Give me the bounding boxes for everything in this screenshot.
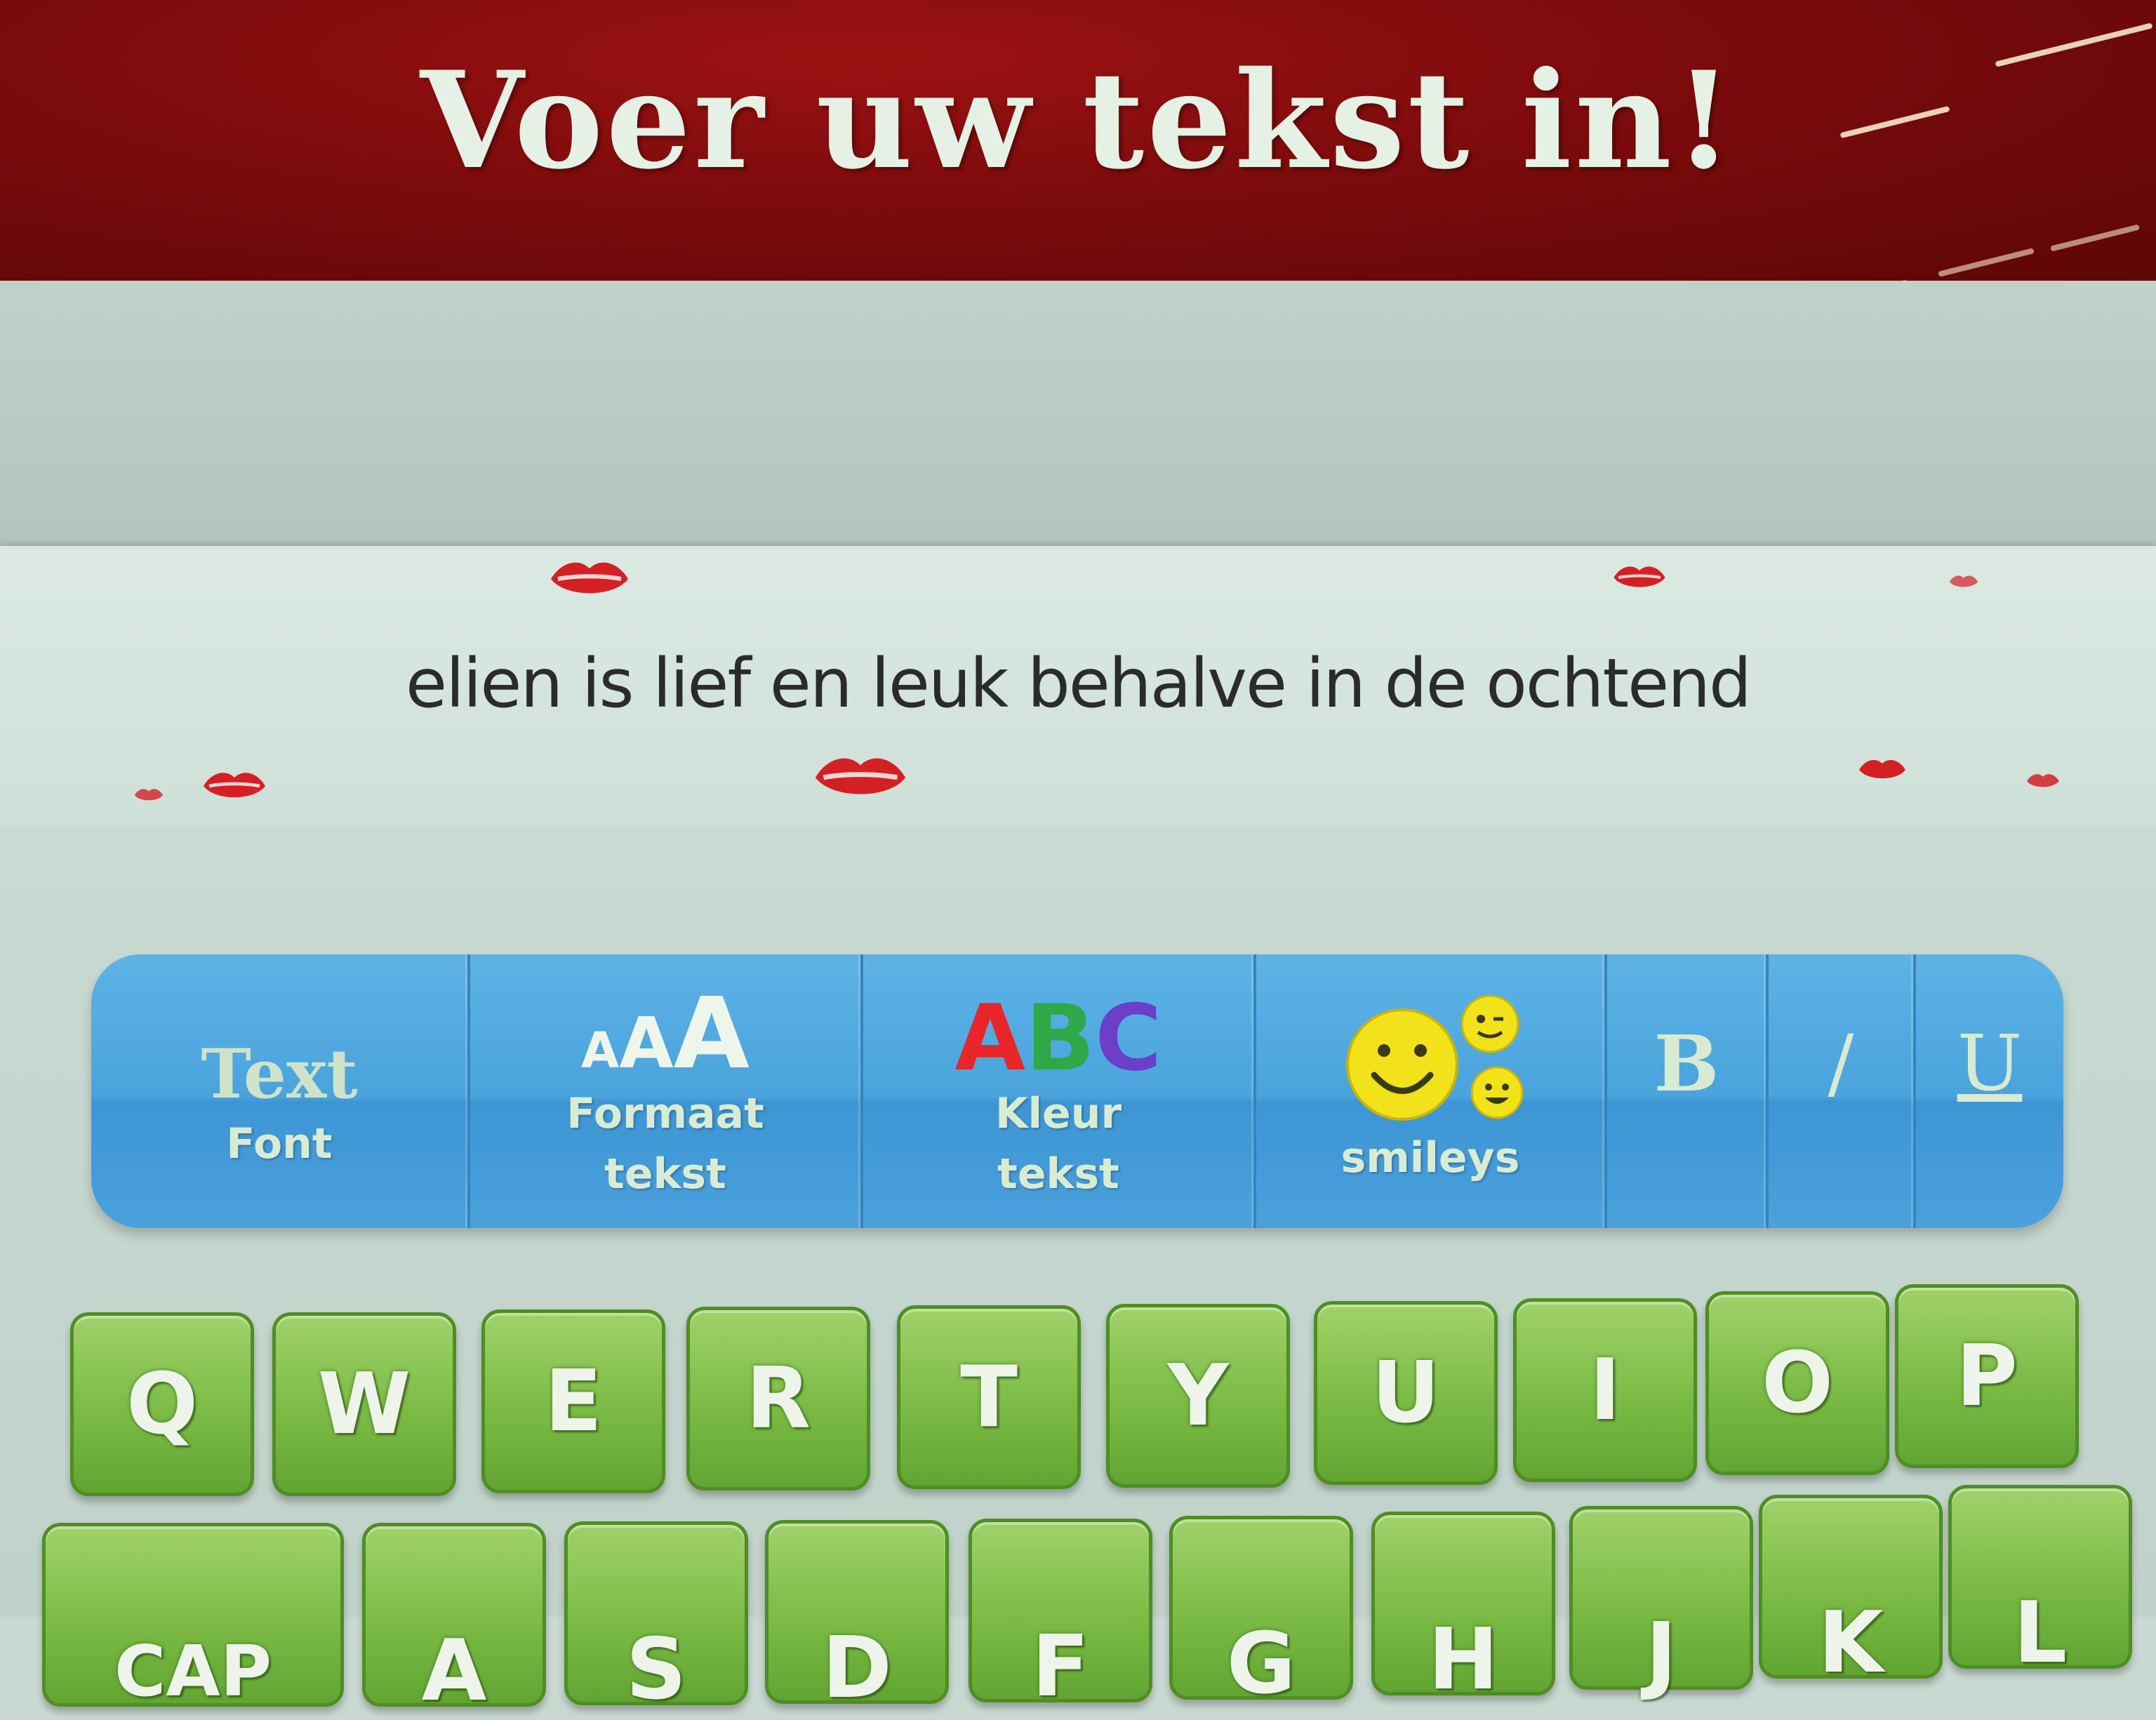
entered-text-preview: elien is lief en leuk behalve in de ocht…	[406, 644, 1752, 723]
key-f[interactable]: F	[969, 1519, 1152, 1716]
text-preview-strip[interactable]: elien is lief en leuk behalve in de ocht…	[0, 546, 2156, 827]
lips-decoration-icon	[1859, 759, 1905, 779]
font-text-icon: Text	[201, 1034, 358, 1114]
key-k[interactable]: K	[1759, 1495, 1943, 1692]
color-text-button-label: Kleur tekst	[994, 1089, 1122, 1199]
bold-button[interactable]: B	[1607, 954, 1769, 1228]
smileys-button[interactable]: smileys	[1256, 954, 1607, 1228]
ceiling-light-reflection	[2049, 224, 2141, 252]
lips-decoration-icon	[1949, 575, 1978, 587]
key-e[interactable]: E	[481, 1309, 665, 1493]
smileys-button-label: smileys	[1340, 1133, 1520, 1182]
lips-decoration-icon	[1613, 566, 1665, 587]
text-format-toolbar: Text Font AAA Formaat tekst ABC Kleur te…	[91, 954, 2063, 1228]
page-title: Voer uw tekst in!	[420, 42, 1736, 199]
text-size-icon: AAA	[581, 977, 750, 1091]
key-w[interactable]: W	[272, 1312, 456, 1496]
key-y[interactable]: Y	[1106, 1304, 1290, 1488]
text-color-icon: ABC	[954, 985, 1162, 1091]
ceiling-light-reflection	[1938, 248, 2035, 277]
key-u[interactable]: U	[1314, 1301, 1498, 1485]
underline-icon: U	[1957, 1018, 2023, 1108]
key-g[interactable]: G	[1169, 1516, 1353, 1713]
key-o[interactable]: O	[1705, 1291, 1889, 1475]
key-i[interactable]: I	[1513, 1298, 1697, 1482]
key-d[interactable]: D	[765, 1520, 949, 1717]
key-t[interactable]: T	[897, 1305, 1081, 1489]
lips-decoration-icon	[551, 562, 628, 594]
font-button-label: Font	[226, 1119, 333, 1168]
header-banner: Voer uw tekst in!	[0, 0, 2156, 302]
key-l[interactable]: L	[1948, 1485, 2132, 1682]
key-q[interactable]: Q	[70, 1312, 254, 1496]
smiley-icon	[1325, 994, 1536, 1128]
lips-decoration-icon	[134, 789, 164, 801]
key-r[interactable]: R	[686, 1307, 870, 1491]
screen-divider-band	[0, 281, 2156, 547]
key-s[interactable]: S	[564, 1521, 748, 1719]
bold-icon: B	[1653, 1018, 1719, 1109]
format-text-button-label: Formaat tekst	[566, 1089, 764, 1199]
italic-icon: /	[1828, 1018, 1854, 1108]
italic-button[interactable]: /	[1769, 954, 1916, 1228]
lips-decoration-icon	[815, 758, 906, 794]
lips-decoration-icon	[204, 773, 265, 798]
key-a[interactable]: A	[362, 1523, 546, 1720]
key-p[interactable]: P	[1895, 1284, 2079, 1468]
underline-button[interactable]: U	[1916, 954, 2063, 1228]
key-caps[interactable]: CAP	[42, 1523, 344, 1712]
key-j[interactable]: J	[1569, 1506, 1753, 1703]
key-h[interactable]: H	[1371, 1512, 1555, 1709]
font-button[interactable]: Text Font	[91, 954, 470, 1228]
color-text-button[interactable]: ABC Kleur tekst	[863, 954, 1256, 1228]
format-text-button[interactable]: AAA Formaat tekst	[470, 954, 863, 1228]
lips-decoration-icon	[2027, 774, 2059, 787]
